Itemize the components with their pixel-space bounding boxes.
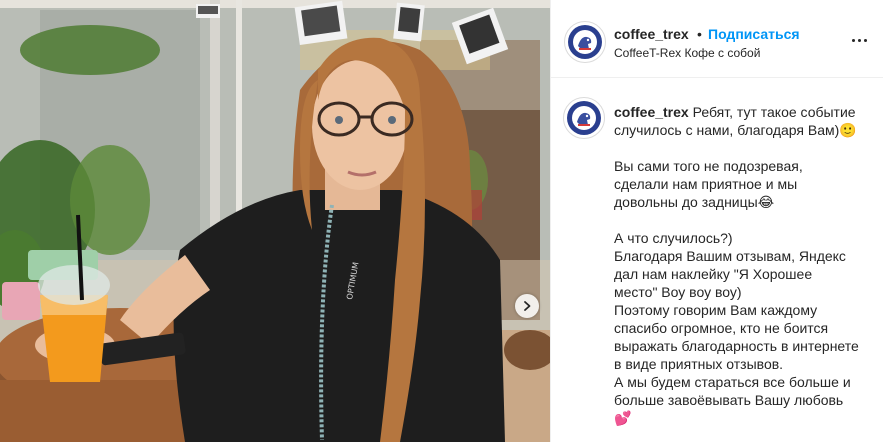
caption-username[interactable]: coffee_trex: [614, 104, 689, 120]
caption-paragraph: А мы будем стараться все больше и больше…: [614, 374, 851, 408]
coffee-trex-logo: [568, 25, 602, 59]
photo-illustration: OPTIMUM: [0, 0, 550, 442]
chevron-right-icon: [524, 301, 531, 311]
caption-avatar[interactable]: [563, 97, 605, 139]
follow-button[interactable]: Подписаться: [708, 26, 800, 42]
post-photo[interactable]: OPTIMUM: [0, 0, 550, 442]
post-header: coffee_trex • Подписаться CoffeeT-Rex Ко…: [551, 0, 883, 78]
post-sidebar: coffee_trex • Подписаться CoffeeT-Rex Ко…: [551, 0, 883, 442]
coffee-trex-logo: [567, 101, 601, 135]
caption-emoji: 💕: [614, 410, 632, 426]
caption-paragraph: Вы сами того не подозревая, сделали нам …: [614, 158, 803, 210]
more-options-icon[interactable]: [847, 33, 871, 47]
caption-paragraph: Поэтому говорим Вам каждому спасибо огро…: [614, 302, 859, 372]
avatar[interactable]: [564, 21, 606, 63]
header-username[interactable]: coffee_trex: [614, 26, 689, 42]
caption-paragraph: А что случилось?): [614, 230, 733, 246]
next-photo-button[interactable]: [515, 294, 539, 318]
caption-paragraph: Благодаря Вашим отзывам, Яндекс дал нам …: [614, 248, 846, 300]
separator-dot: •: [697, 26, 702, 42]
location-link[interactable]: CoffeeT-Rex Кофе с собой: [614, 46, 760, 60]
post-caption: coffee_trex Ребят, тут такое событие слу…: [614, 103, 859, 427]
